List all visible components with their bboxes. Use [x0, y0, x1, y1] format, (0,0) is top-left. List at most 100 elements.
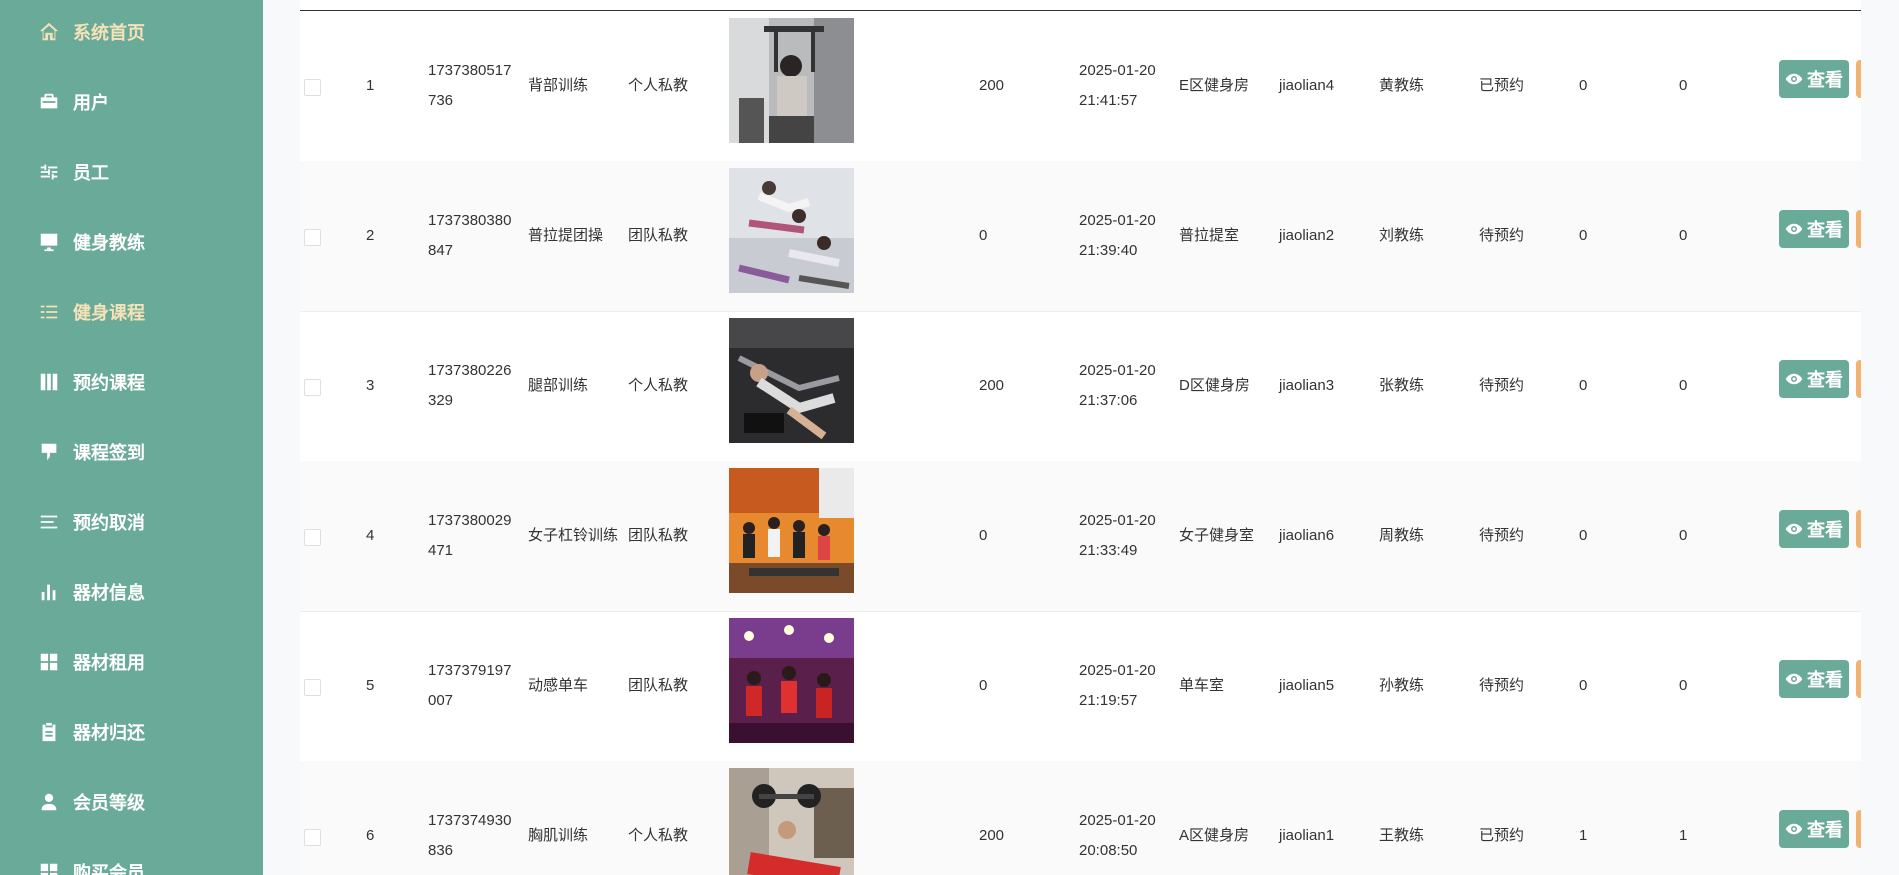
row-checkbox[interactable]	[304, 529, 321, 546]
chest-training-photo	[729, 768, 854, 875]
sidebar-item-label: 器材租用	[73, 653, 145, 673]
coach-account: jiaolian6	[1279, 527, 1335, 544]
course-type: 个人私教	[628, 377, 689, 394]
sidebar-item[interactable]: 会员等级	[38, 782, 145, 822]
clipboard-icon	[38, 721, 60, 743]
row-checkbox[interactable]	[304, 829, 321, 846]
course-location: 女子健身室	[1179, 527, 1255, 544]
course-location: 普拉提室	[1179, 227, 1240, 244]
edit-button[interactable]	[1856, 360, 1861, 398]
course-id-line2: 836	[428, 842, 454, 859]
eye-icon	[1785, 670, 1807, 688]
sidebar-item-label: 系统首页	[73, 23, 145, 43]
sidebar-item[interactable]: 器材归还	[38, 712, 145, 752]
view-button[interactable]: 查看	[1779, 210, 1849, 248]
monitor-icon	[38, 231, 60, 253]
sidebar-item[interactable]: 器材租用	[38, 642, 145, 682]
row-checkbox[interactable]	[304, 679, 321, 696]
sidebar-item[interactable]: 预约课程	[38, 362, 145, 402]
course-time: 21:37:06	[1079, 392, 1138, 409]
course-time: 21:39:40	[1079, 242, 1138, 259]
course-id-line1: 1737379197	[428, 662, 512, 679]
row-index: 3	[366, 377, 375, 394]
sidebar-item[interactable]: 器材信息	[38, 572, 145, 612]
sidebar-item[interactable]: 员工	[38, 152, 109, 192]
row-checkbox[interactable]	[304, 229, 321, 246]
course-name: 背部训练	[528, 77, 589, 94]
course-name: 胸肌训练	[528, 827, 589, 844]
table-row: 1 1737380517 736 背部训练 个人私教 200 2025-01-20 21:41…	[300, 11, 1861, 162]
course-id-line2: 736	[428, 92, 454, 109]
view-button[interactable]: 查看	[1779, 810, 1849, 848]
edit-button[interactable]	[1856, 810, 1861, 848]
view-button-label: 查看	[1807, 220, 1843, 240]
sidebar-item[interactable]: 购买会员	[38, 852, 145, 875]
table-row: 5 1737379197 007 动感单车 团队私教 0 2025-01-20 21:19:5…	[300, 611, 1861, 762]
sidebar-item-label: 预约课程	[73, 373, 145, 393]
course-date: 2025-01-20	[1079, 662, 1156, 679]
view-button[interactable]: 查看	[1779, 660, 1849, 698]
sidebar-item-label: 员工	[73, 163, 109, 183]
row-index: 5	[366, 677, 375, 694]
back-training-photo	[729, 18, 854, 143]
edit-button[interactable]	[1856, 210, 1861, 248]
row-index: 4	[366, 527, 375, 544]
view-button[interactable]: 查看	[1779, 510, 1849, 548]
eye-icon	[1785, 70, 1807, 88]
eye-icon	[1785, 220, 1807, 238]
course-id-line2: 007	[428, 692, 454, 709]
spinning-photo	[729, 618, 854, 743]
course-type: 团队私教	[628, 527, 689, 544]
count-value-1: 0	[1579, 227, 1588, 244]
course-name: 普拉提团操	[528, 227, 604, 244]
count-value-2: 0	[1679, 527, 1688, 544]
booking-status: 已预约	[1479, 827, 1525, 844]
count-value-1: 1	[1579, 827, 1588, 844]
count-value-1: 0	[1579, 77, 1588, 94]
view-button[interactable]: 查看	[1779, 360, 1849, 398]
table-row: 4 1737380029 471 女子杠铃训练 团队私教 0 2025-01-20 21:33…	[300, 461, 1861, 612]
row-checkbox[interactable]	[304, 379, 321, 396]
course-location: 单车室	[1179, 677, 1225, 694]
course-id-line1: 1737374930	[428, 812, 512, 829]
edit-button[interactable]	[1856, 510, 1861, 548]
sidebar-item[interactable]: 预约取消	[38, 502, 145, 542]
coach-account: jiaolian3	[1279, 377, 1335, 394]
sidebar-item[interactable]: 健身教练	[38, 222, 145, 262]
sidebar-item[interactable]: 课程签到	[38, 432, 145, 472]
count-value-2: 0	[1679, 377, 1688, 394]
coach-name: 周教练	[1379, 527, 1425, 544]
edit-button[interactable]	[1856, 660, 1861, 698]
course-location: E区健身房	[1179, 77, 1250, 94]
course-price: 0	[979, 227, 988, 244]
eye-icon	[1785, 520, 1807, 538]
sidebar-item-label: 用户	[73, 93, 109, 113]
row-checkbox[interactable]	[304, 79, 321, 96]
sidebar-item[interactable]: 系统首页	[38, 12, 145, 52]
coach-name: 王教练	[1379, 827, 1425, 844]
coach-name: 刘教练	[1379, 227, 1425, 244]
booking-status: 待预约	[1479, 527, 1525, 544]
view-button-label: 查看	[1807, 520, 1843, 540]
sidebar-item[interactable]: 用户	[38, 82, 109, 122]
booking-status: 待预约	[1479, 677, 1525, 694]
table-row: 6 1737374930 836 胸肌训练 个人私教 200 2025-01-20 20:08…	[300, 761, 1861, 875]
sidebar-item[interactable]: 健身课程	[38, 292, 145, 332]
row-index: 2	[366, 227, 375, 244]
course-time: 20:08:50	[1079, 842, 1138, 859]
coach-name: 黄教练	[1379, 77, 1425, 94]
booking-status: 待预约	[1479, 377, 1525, 394]
edit-button[interactable]	[1856, 60, 1861, 98]
course-price: 0	[979, 677, 988, 694]
view-button[interactable]: 查看	[1779, 60, 1849, 98]
booking-status: 已预约	[1479, 77, 1525, 94]
course-table: 1 1737380517 736 背部训练 个人私教 200 2025-01-20 21:41…	[300, 0, 1861, 875]
coach-account: jiaolian4	[1279, 77, 1335, 94]
pilates-photo	[729, 168, 854, 293]
course-date: 2025-01-20	[1079, 812, 1156, 829]
booking-status: 待预约	[1479, 227, 1525, 244]
course-id-line1: 1737380226	[428, 362, 512, 379]
course-date: 2025-01-20	[1079, 512, 1156, 529]
sliders-icon	[38, 161, 60, 183]
sidebar-item-label: 会员等级	[73, 793, 145, 813]
